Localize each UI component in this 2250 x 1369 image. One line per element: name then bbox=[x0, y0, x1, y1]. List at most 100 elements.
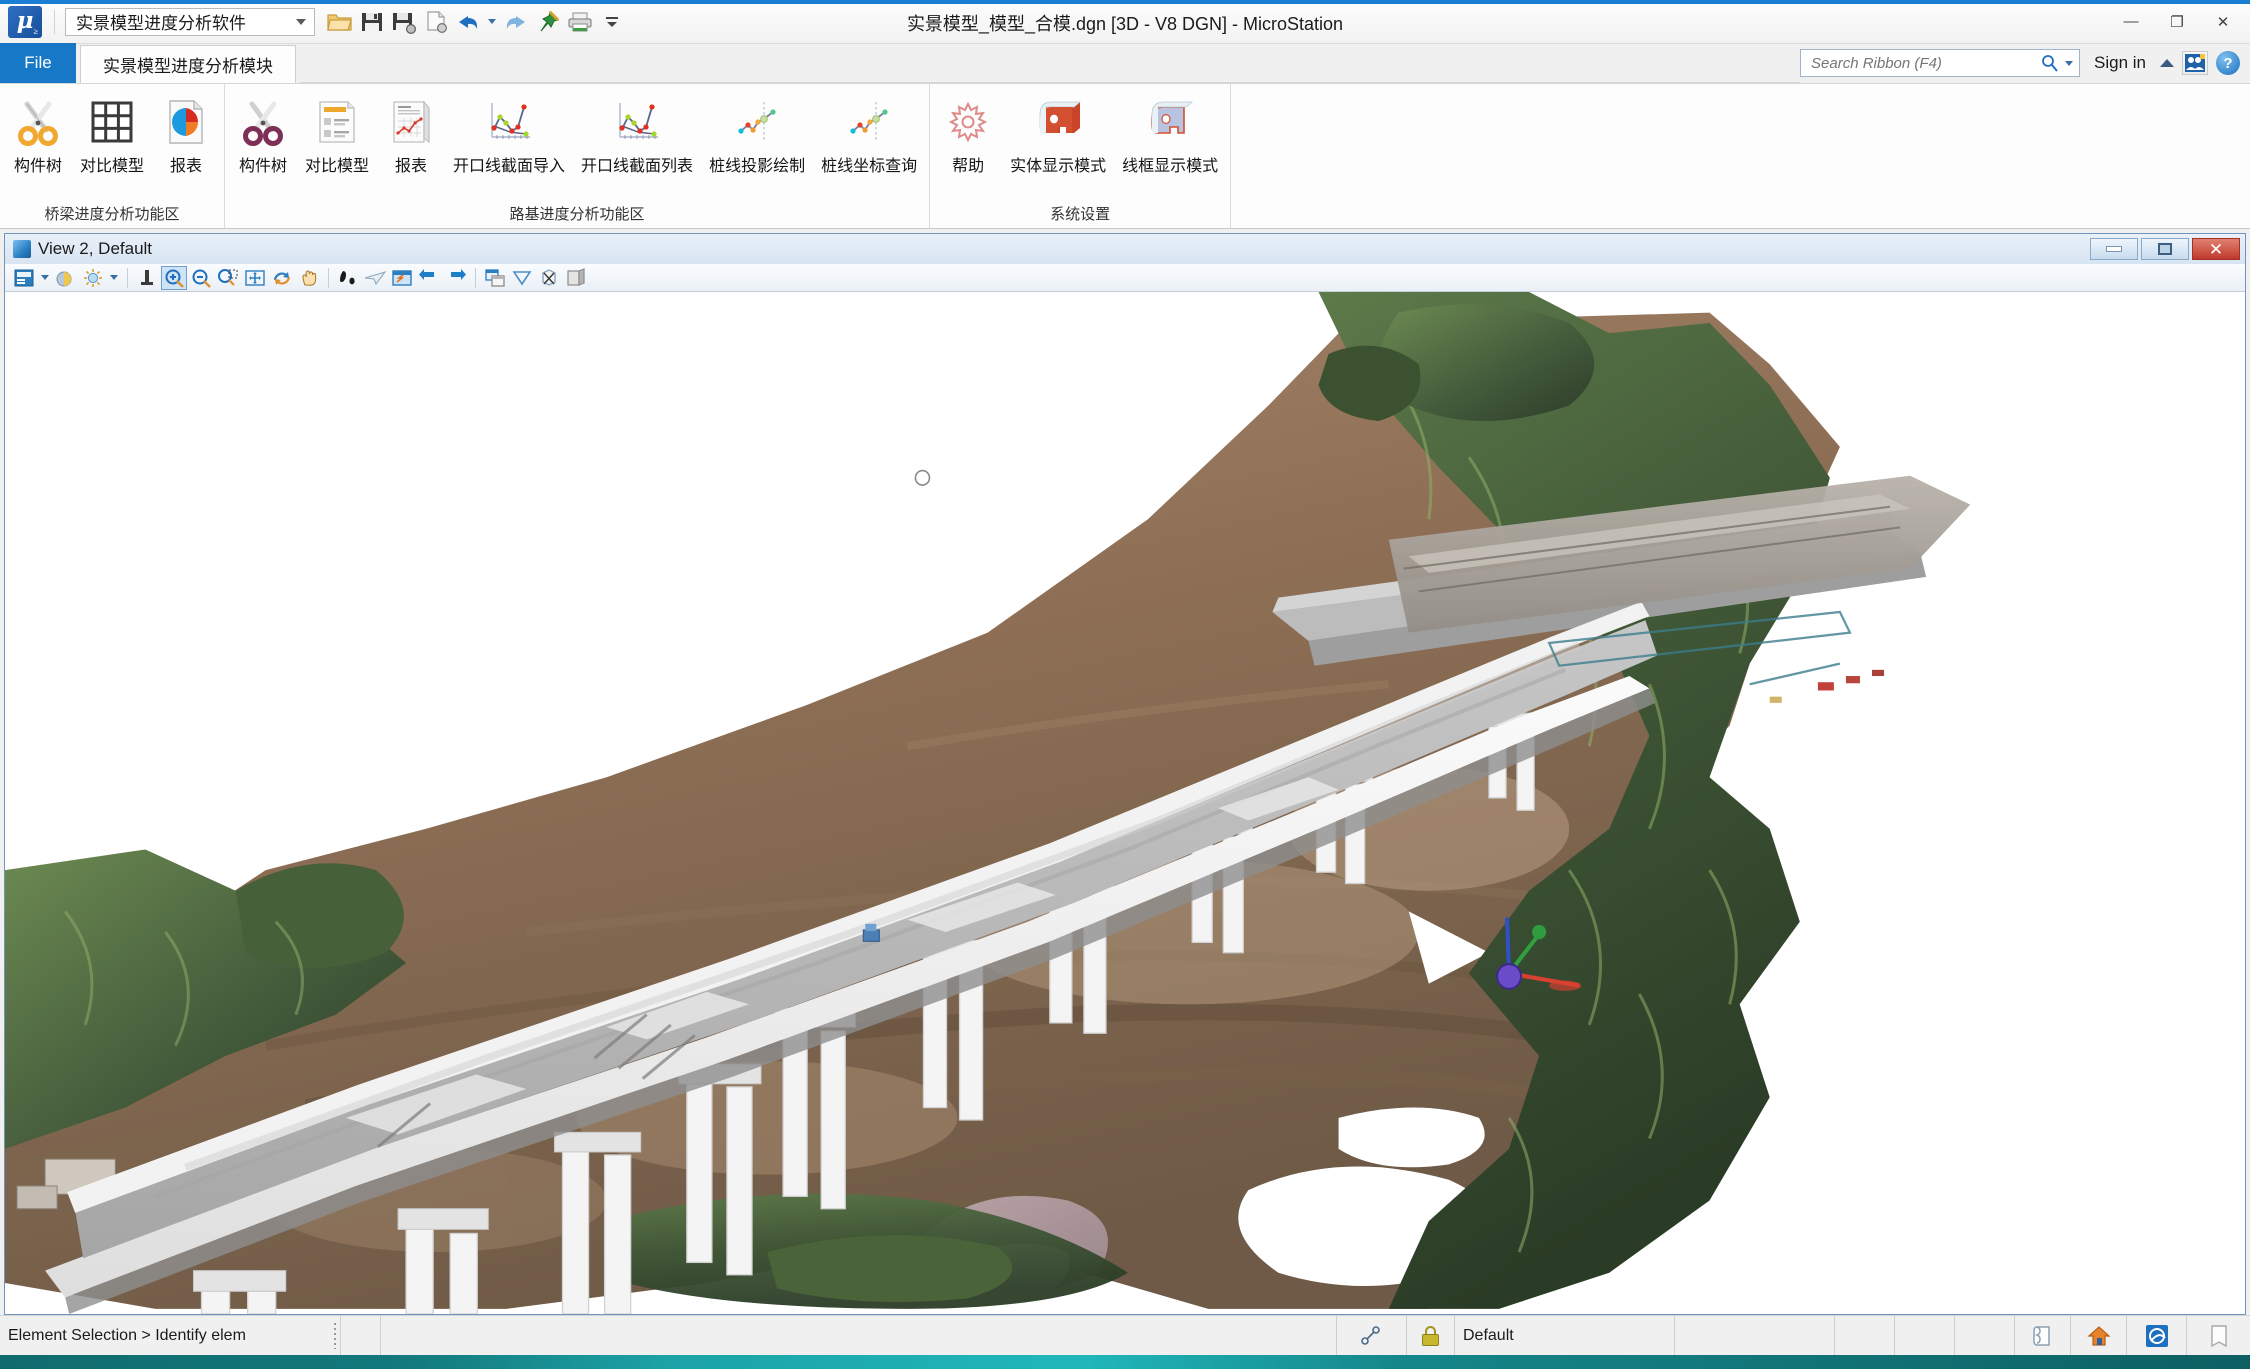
minimize-button[interactable]: — bbox=[2108, 7, 2154, 37]
status-level-name[interactable]: Default bbox=[1454, 1316, 1674, 1355]
ribbon-button-subgrade-compare-model[interactable]: 对比模型 bbox=[297, 92, 377, 178]
ribbon-button-label: 线框显示模式 bbox=[1122, 158, 1219, 175]
ribbon-button-label: 开口线截面导入 bbox=[453, 158, 566, 175]
chevron-down-icon[interactable] bbox=[296, 18, 306, 25]
print-icon[interactable] bbox=[565, 7, 595, 37]
lock-icon bbox=[1422, 1325, 1439, 1346]
zoom-in-icon[interactable] bbox=[161, 265, 187, 290]
search-ribbon-box[interactable] bbox=[1800, 49, 2081, 77]
ribbon-group-system: 帮助 实体显示模式 线框显示模式 系统设置 bbox=[930, 84, 1232, 228]
fly-icon[interactable] bbox=[362, 266, 388, 290]
ribbon-button-pile-projection[interactable]: 桩线投影绘制 bbox=[701, 92, 813, 178]
ribbon-button-solid-display-mode[interactable]: 实体显示模式 bbox=[1002, 92, 1114, 178]
vegetation-lower-mid-2 bbox=[767, 1235, 1013, 1302]
ribbon-button-subgrade-report[interactable]: 报表 bbox=[377, 92, 445, 178]
windows-taskbar-strip bbox=[0, 1355, 2250, 1369]
fit-view-icon[interactable] bbox=[242, 266, 268, 290]
redo-icon[interactable] bbox=[501, 7, 531, 37]
restore-button[interactable]: ❐ bbox=[2154, 7, 2200, 37]
close-button[interactable]: ✕ bbox=[2200, 7, 2246, 37]
more-icon[interactable] bbox=[597, 7, 627, 37]
ribbon-group-bridge-title: 桥梁进度分析功能区 bbox=[44, 206, 180, 223]
tab-file[interactable]: File bbox=[0, 43, 76, 83]
clip-volume-icon[interactable] bbox=[509, 266, 535, 290]
status-input-cell[interactable] bbox=[380, 1316, 1336, 1355]
save-settings-icon[interactable] bbox=[421, 7, 451, 37]
save-as-icon[interactable] bbox=[389, 7, 419, 37]
view-minimize-button[interactable] bbox=[2090, 238, 2138, 260]
ribbon-button-bridge-component-tree[interactable]: 构件树 bbox=[4, 92, 72, 178]
view-attributes-caret-icon[interactable] bbox=[38, 266, 52, 290]
view-window-title-bar: View 2, Default ✕ bbox=[5, 234, 2245, 264]
help-icon[interactable]: ? bbox=[2216, 51, 2240, 75]
view-cube-icon bbox=[13, 240, 31, 258]
view-forward-icon[interactable] bbox=[443, 266, 469, 290]
display-style-icon[interactable] bbox=[53, 266, 79, 290]
walk-icon[interactable] bbox=[335, 266, 361, 290]
undo-icon[interactable] bbox=[453, 7, 483, 37]
search-input[interactable] bbox=[1811, 54, 2042, 72]
status-task-nav-cell[interactable] bbox=[2126, 1316, 2186, 1355]
tab-progress-analysis-module[interactable]: 实景模型进度分析模块 bbox=[80, 45, 296, 83]
ribbon-button-wireframe-display-mode[interactable]: 线框显示模式 bbox=[1114, 92, 1226, 178]
save-icon[interactable] bbox=[357, 7, 387, 37]
status-home-cell[interactable] bbox=[2070, 1316, 2126, 1355]
ribbon-group-subgrade-title: 路基进度分析功能区 bbox=[509, 206, 645, 223]
pie-chart-document-icon bbox=[160, 96, 212, 148]
clip-mask-icon[interactable] bbox=[536, 266, 562, 290]
ribbon-button-section-list[interactable]: 开口线截面列表 bbox=[573, 92, 701, 178]
title-bar: μ ≥ 实景模型进度分析软件 实景模型_模型_合模.dgn [3D - V8 D… bbox=[0, 0, 2250, 44]
ribbon-button-label: 帮助 bbox=[952, 158, 985, 175]
sign-in-link[interactable]: Sign in bbox=[2088, 53, 2152, 73]
ribbon-button-subgrade-component-tree[interactable]: 构件树 bbox=[229, 92, 297, 178]
status-lock-cell[interactable] bbox=[1406, 1316, 1454, 1355]
microstation-logo-icon: μ ≥ bbox=[8, 5, 42, 38]
open-icon[interactable] bbox=[325, 7, 355, 37]
task-navigation-icon bbox=[2145, 1324, 2168, 1347]
pin-icon[interactable] bbox=[533, 7, 563, 37]
line-chart-list-icon bbox=[611, 96, 663, 148]
undo-dropdown-icon[interactable] bbox=[485, 7, 499, 37]
view-window-controls: ✕ bbox=[2090, 238, 2245, 260]
gear-icon bbox=[942, 96, 994, 148]
status-snap-cell[interactable] bbox=[1336, 1316, 1406, 1355]
ribbon-button-help[interactable]: 帮助 bbox=[934, 92, 1002, 178]
view-previous-icon[interactable] bbox=[416, 266, 442, 290]
search-icon[interactable] bbox=[2041, 54, 2059, 72]
pan-view-icon[interactable] bbox=[296, 266, 322, 290]
microstation-window: μ ≥ 实景模型进度分析软件 实景模型_模型_合模.dgn [3D - V8 D… bbox=[0, 0, 2250, 1369]
3d-view-canvas[interactable] bbox=[5, 292, 2245, 1314]
ribbon-button-pile-coordinate-query[interactable]: 桩线坐标查询 bbox=[813, 92, 925, 178]
ribbon-button-label: 桩线坐标查询 bbox=[821, 158, 918, 175]
view-toolbar bbox=[5, 264, 2245, 292]
connected-users-icon[interactable] bbox=[2182, 51, 2208, 75]
copy-view-icon[interactable] bbox=[482, 266, 508, 290]
status-model-cell[interactable] bbox=[2014, 1316, 2070, 1355]
line-chart-import-icon bbox=[483, 96, 535, 148]
view-next-icon[interactable] bbox=[389, 266, 415, 290]
home-icon bbox=[2086, 1325, 2111, 1346]
ribbon: 构件树 对比模型 报表 桥梁进度分析功能区 构件树 对比模型 报表 开口线截面导… bbox=[0, 84, 2250, 229]
ribbon-button-bridge-report[interactable]: 报表 bbox=[152, 92, 220, 178]
status-grip[interactable] bbox=[330, 1316, 340, 1355]
status-cell-2 bbox=[1674, 1316, 1834, 1355]
render-icon[interactable] bbox=[563, 266, 589, 290]
view-close-button[interactable]: ✕ bbox=[2192, 238, 2240, 260]
product-combo[interactable]: 实景模型进度分析软件 bbox=[65, 7, 315, 36]
ribbon-button-section-import[interactable]: 开口线截面导入 bbox=[445, 92, 573, 178]
view-restore-button[interactable] bbox=[2141, 238, 2189, 260]
view-brightness-caret-icon[interactable] bbox=[107, 266, 121, 290]
ribbon-button-label: 桩线投影绘制 bbox=[709, 158, 806, 175]
search-dropdown-icon[interactable] bbox=[2065, 60, 2074, 66]
rotate-view-icon[interactable] bbox=[269, 266, 295, 290]
chevron-up-icon[interactable] bbox=[2160, 59, 2174, 67]
window-area-icon[interactable] bbox=[215, 266, 241, 290]
view-brightness-icon[interactable] bbox=[80, 266, 106, 290]
zoom-out-icon[interactable] bbox=[188, 266, 214, 290]
reality-mesh-scene bbox=[5, 292, 2245, 1314]
update-view-icon[interactable] bbox=[134, 266, 160, 290]
status-element-info-cell[interactable] bbox=[2186, 1316, 2250, 1355]
ribbon-button-bridge-compare-model[interactable]: 对比模型 bbox=[72, 92, 152, 178]
view-attributes-icon[interactable] bbox=[11, 266, 37, 290]
status-bar: Element Selection > Identify elem Defaul… bbox=[0, 1315, 2250, 1355]
